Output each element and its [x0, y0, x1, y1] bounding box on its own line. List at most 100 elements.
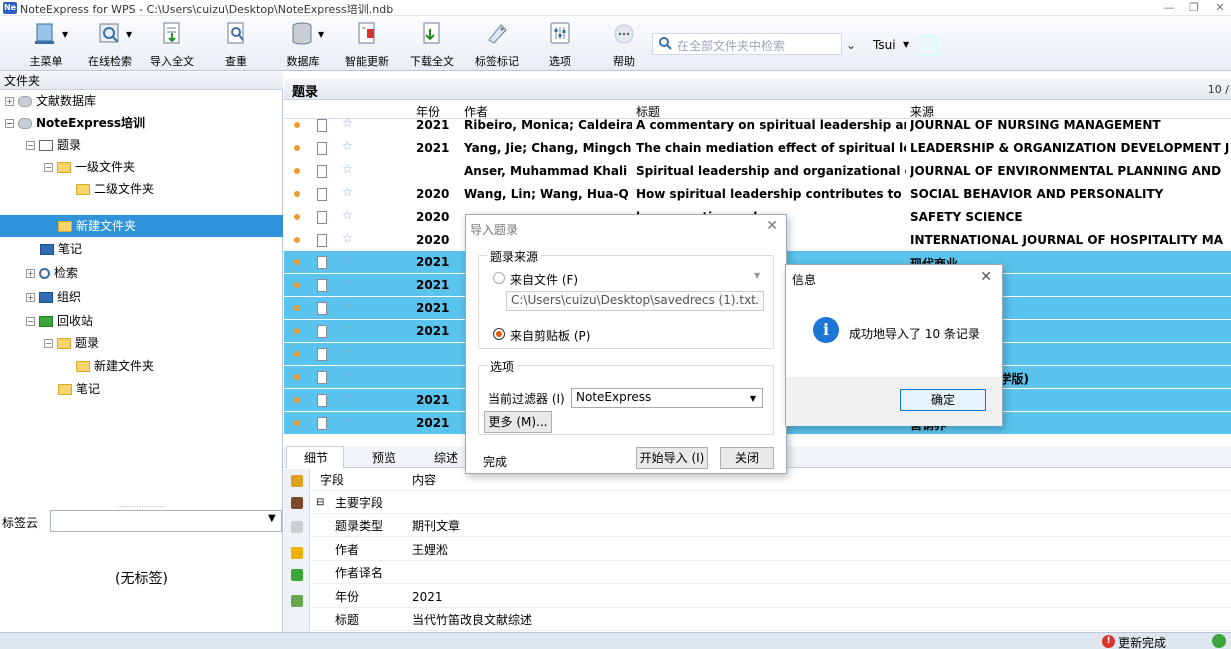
chart-icon[interactable] [291, 595, 303, 607]
tab-preview[interactable]: 预览 [372, 449, 396, 466]
collapse-icon[interactable]: − [44, 339, 53, 348]
close-dialog-button[interactable]: 关闭 [720, 447, 774, 469]
close-icon[interactable]: ✕ [980, 269, 992, 285]
table-row[interactable]: ☆ 2021 Ribeiro, Monica; Caldeira A commenta… [284, 114, 1231, 137]
tree-node-literature-db[interactable]: + 文献数据库 [5, 90, 96, 112]
tree-node-level1-folder[interactable]: − 一级文件夹 [44, 156, 135, 178]
smart-update-label: 智能更新 [345, 55, 389, 68]
grid-icon[interactable] [291, 569, 303, 581]
smart-update-button[interactable]: 智能更新 [340, 16, 394, 71]
tagcloud-select[interactable] [50, 510, 282, 532]
dropdown-arrow-icon[interactable]: ▼ [268, 513, 276, 524]
from-clipboard-radio[interactable] [493, 328, 505, 340]
tree-node-notes[interactable]: 笔记 [40, 238, 82, 260]
user-avatar-icon[interactable] [917, 36, 937, 56]
options-button[interactable]: 选项 [540, 16, 580, 71]
main-menu-button[interactable]: ▼ 主菜单 [22, 16, 70, 71]
tree-node-bin-notes[interactable]: 笔记 [58, 378, 100, 400]
maximize-button[interactable]: ❐ [1183, 0, 1205, 16]
tree-node-records[interactable]: − 题录 [26, 134, 81, 156]
cell-year: 2020 [416, 186, 450, 201]
ok-button[interactable]: 确定 [900, 389, 986, 411]
database-icon [18, 96, 32, 107]
star-icon[interactable]: ☆ [342, 414, 353, 428]
download-fulltext-button[interactable]: 下载全文 [406, 16, 458, 71]
unread-dot-icon [294, 190, 300, 197]
tab-detail[interactable]: 细节 [304, 449, 328, 466]
tree-node-level2-folder[interactable]: 二级文件夹 [76, 178, 154, 200]
expand-icon[interactable]: + [26, 293, 35, 302]
copy-icon[interactable] [291, 521, 303, 533]
detail-field-row[interactable]: 题录类型 期刊文章 [310, 515, 1231, 537]
star-icon[interactable]: ☆ [342, 116, 353, 130]
from-clipboard-label[interactable]: 来自剪贴板 (P) [510, 327, 590, 344]
tagcloud-label: 标签云 [2, 516, 39, 530]
tree-node-organize[interactable]: + 组织 [26, 286, 81, 308]
unread-dot-icon [294, 282, 300, 289]
close-window-button[interactable]: ✕ [1209, 0, 1231, 16]
user-menu[interactable]: Tsui [873, 38, 896, 52]
file-type-dropdown-icon[interactable]: ▼ [754, 271, 760, 280]
tree-node-noteexpress-training[interactable]: − NoteExpress培训 [5, 112, 145, 134]
tree-node-bin-new-folder[interactable]: 新建文件夹 [76, 355, 154, 377]
star-icon[interactable]: ☆ [342, 231, 353, 245]
star-icon[interactable]: ☆ [342, 139, 353, 153]
highlighter-icon[interactable] [291, 547, 303, 559]
star-icon[interactable]: ☆ [342, 276, 353, 290]
cell-year: 2021 [416, 301, 450, 316]
from-file-label[interactable]: 来自文件 (F) [510, 271, 578, 288]
import-fulltext-button[interactable]: 导入全文 [146, 16, 198, 71]
collapse-icon[interactable]: − [44, 163, 53, 172]
check-duplicates-button[interactable]: 查重 [214, 16, 258, 71]
star-icon[interactable]: ☆ [342, 345, 353, 359]
filter-select[interactable]: NoteExpress ▼ [571, 388, 763, 408]
more-button[interactable]: 更多 (M)... [484, 411, 552, 433]
tree-node-new-folder-selected[interactable]: 新建文件夹 [0, 215, 283, 237]
book-icon[interactable] [291, 497, 303, 509]
detail-field-row[interactable]: 标题 当代竹笛改良文献综述 [310, 609, 1231, 631]
expand-icon[interactable]: + [5, 97, 14, 106]
start-import-button[interactable]: 开始导入 (I) [636, 447, 708, 469]
tree-node-search[interactable]: + 检索 [26, 262, 78, 284]
document-icon [317, 164, 327, 178]
tree-node-bin-records[interactable]: − 题录 [44, 332, 99, 354]
star-icon[interactable]: ☆ [342, 208, 353, 222]
tree-node-recycle-bin[interactable]: − 回收站 [26, 310, 93, 332]
star-icon[interactable]: ☆ [342, 185, 353, 199]
expand-icon[interactable]: + [26, 269, 35, 278]
unread-dot-icon [294, 419, 300, 426]
search-input[interactable]: 在全部文件夹中检索 [652, 33, 842, 55]
close-icon[interactable]: ✕ [766, 218, 778, 234]
star-icon[interactable]: ☆ [342, 253, 353, 267]
from-file-radio[interactable] [493, 272, 505, 284]
collapse-icon[interactable]: − [26, 317, 35, 326]
lock-icon[interactable] [291, 475, 303, 487]
detail-field-row[interactable]: 作者译名 [310, 562, 1231, 584]
browse-button[interactable]: ... [748, 293, 759, 307]
star-icon[interactable]: ☆ [342, 391, 353, 405]
file-path-field[interactable]: C:\Users\cuizu\Desktop\savedrecs (1).txt… [506, 291, 764, 311]
table-row[interactable]: ☆ Anser, Muhammad Khali Spiritual leadersh… [284, 160, 1231, 183]
collapse-icon[interactable]: − [26, 141, 35, 150]
star-icon[interactable]: ☆ [342, 162, 353, 176]
help-button[interactable]: 帮助 [606, 16, 642, 71]
detail-group-row[interactable]: ⊟ 主要字段 [310, 492, 1231, 514]
tag-mark-button[interactable]: 标签标记 [470, 16, 524, 71]
search-scope-dropdown-icon[interactable]: ⌄ [846, 38, 856, 52]
cell-source: LEADERSHIP & ORGANIZATION DEVELOPMENT J [910, 140, 1230, 155]
splitter-handle[interactable]: .................. [0, 501, 283, 509]
help-label: 帮助 [613, 55, 635, 68]
table-row[interactable]: ☆ 2021 Yang, Jie; Chang, Mingch The chain m… [284, 137, 1231, 160]
detail-field-row[interactable]: 作者 王娌淞 [310, 539, 1231, 561]
star-icon[interactable]: ☆ [342, 368, 353, 382]
collapse-icon[interactable]: ⊟ [316, 492, 324, 514]
database-button[interactable]: ▼ 数据库 [282, 16, 324, 71]
collapse-icon[interactable]: − [5, 119, 14, 128]
star-icon[interactable]: ☆ [342, 322, 353, 336]
tab-summary[interactable]: 综述 [434, 449, 458, 466]
minimize-button[interactable]: — [1158, 0, 1180, 16]
table-row[interactable]: ☆ 2020 Wang, Lin; Wang, Hua-Q How spiritual… [284, 183, 1231, 206]
star-icon[interactable]: ☆ [342, 299, 353, 313]
online-search-button[interactable]: ▼ 在线检索 [84, 16, 136, 71]
detail-field-row[interactable]: 年份 2021 [310, 586, 1231, 608]
